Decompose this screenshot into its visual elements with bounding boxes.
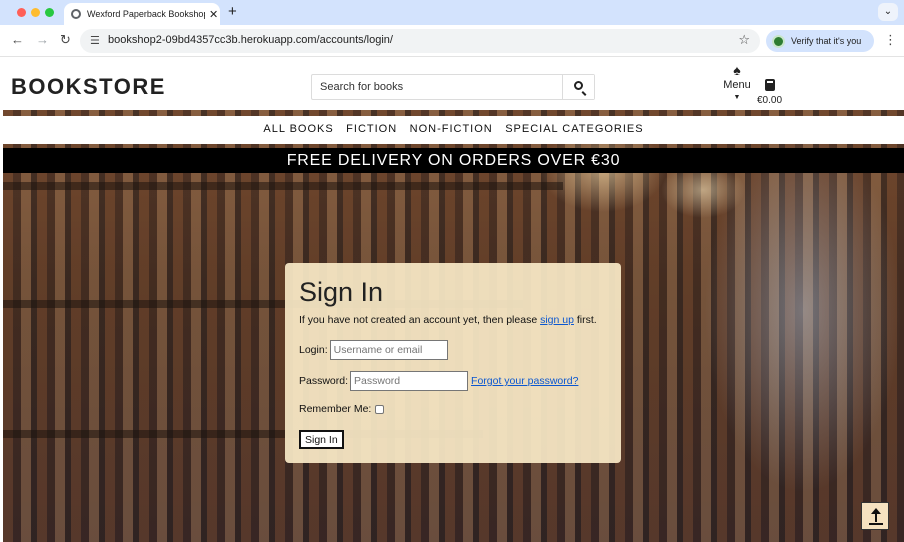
web-page: BOOKSTORE ♠ Menu ▼ €0.00 ALL BOOKS FICTI… [3, 57, 904, 542]
page-title: Sign In [299, 277, 384, 307]
verify-identity-button[interactable]: Verify that it's you [766, 30, 874, 52]
login-input[interactable] [329, 340, 448, 360]
password-input[interactable] [350, 371, 469, 391]
new-tab-button[interactable]: + [228, 3, 237, 20]
main-nav: ALL BOOKS FICTION NON-FICTION SPECIAL CA… [3, 116, 904, 144]
intro-text: If you have not created an account yet, … [299, 314, 541, 326]
password-row: Password: Forgot your password? [299, 371, 578, 391]
signin-submit-button[interactable]: Sign In [299, 430, 344, 449]
url-text[interactable]: bookshop2-09bd4357cc3b.herokuapp.com/acc… [108, 34, 393, 46]
arrow-up-icon-base [869, 523, 883, 525]
back-to-top-button[interactable] [861, 502, 889, 530]
window-close-button[interactable] [17, 8, 26, 17]
intro-text-end: first. [573, 314, 597, 326]
search-input[interactable] [312, 75, 562, 99]
login-label: Login: [299, 344, 328, 356]
browser-tab[interactable]: Wexford Paperback Bookshop ✕ [64, 3, 220, 25]
signin-intro: If you have not created an account yet, … [299, 314, 607, 326]
window-minimize-button[interactable] [31, 8, 40, 17]
tab-search-button[interactable]: ⌄ [878, 3, 898, 21]
browser-toolbar: ← → ↻ ☰ bookshop2-09bd4357cc3b.herokuapp… [0, 25, 904, 57]
nav-special-categories[interactable]: SPECIAL CATEGORIES [505, 116, 643, 142]
open-book-icon: ♠ [733, 62, 741, 78]
site-header: BOOKSTORE ♠ Menu ▼ €0.00 [3, 57, 904, 110]
tab-title: Wexford Paperback Bookshop [87, 9, 205, 19]
arrow-right-icon[interactable]: → [36, 32, 49, 47]
site-logo[interactable]: BOOKSTORE [11, 74, 166, 100]
account-menu-toggle[interactable]: ♠ Menu ▼ [721, 63, 753, 101]
signup-link[interactable]: sign up [540, 314, 574, 326]
star-icon[interactable]: ☆ [738, 32, 750, 48]
shelf-decoration [3, 182, 563, 190]
forgot-password-link[interactable]: Forgot your password? [471, 375, 578, 387]
search-button[interactable] [562, 75, 594, 99]
search-form [311, 74, 595, 100]
remember-checkbox[interactable] [375, 404, 385, 414]
bag-total: €0.00 [757, 95, 783, 106]
browser-tab-strip: Wexford Paperback Bookshop ✕ + ⌄ [0, 0, 904, 25]
shopping-bag-link[interactable]: €0.00 [757, 79, 782, 106]
delivery-banner: FREE DELIVERY ON ORDERS OVER €30 [3, 148, 904, 173]
caret-down-icon: ▼ [733, 94, 741, 101]
nav-fiction[interactable]: FICTION [346, 116, 397, 142]
tab-close-icon[interactable]: ✕ [209, 8, 218, 21]
kebab-icon[interactable]: ⋮ [884, 32, 897, 48]
tune-icon[interactable]: ☰ [90, 34, 100, 47]
nav-all-books[interactable]: ALL BOOKS [263, 116, 333, 142]
arrow-left-icon[interactable]: ← [11, 32, 24, 47]
verify-label: Verify that it's you [791, 36, 862, 46]
nav-non-fiction[interactable]: NON-FICTION [410, 116, 493, 142]
arrow-up-icon-stem [875, 510, 877, 522]
menu-label: Menu [723, 79, 751, 91]
login-row: Login: [299, 340, 448, 360]
profile-avatar-icon [772, 34, 785, 48]
password-label: Password: [299, 375, 349, 387]
signin-card: Sign In If you have not created an accou… [285, 263, 621, 463]
book-icon [764, 79, 775, 91]
globe-icon [71, 9, 81, 19]
reload-icon[interactable]: ↻ [60, 32, 71, 48]
remember-label: Remember Me: [299, 403, 372, 415]
window-zoom-button[interactable] [45, 8, 54, 17]
remember-row: Remember Me: [299, 403, 385, 415]
search-icon [574, 81, 583, 90]
address-bar[interactable]: ☰ bookshop2-09bd4357cc3b.herokuapp.com/a… [80, 29, 760, 53]
